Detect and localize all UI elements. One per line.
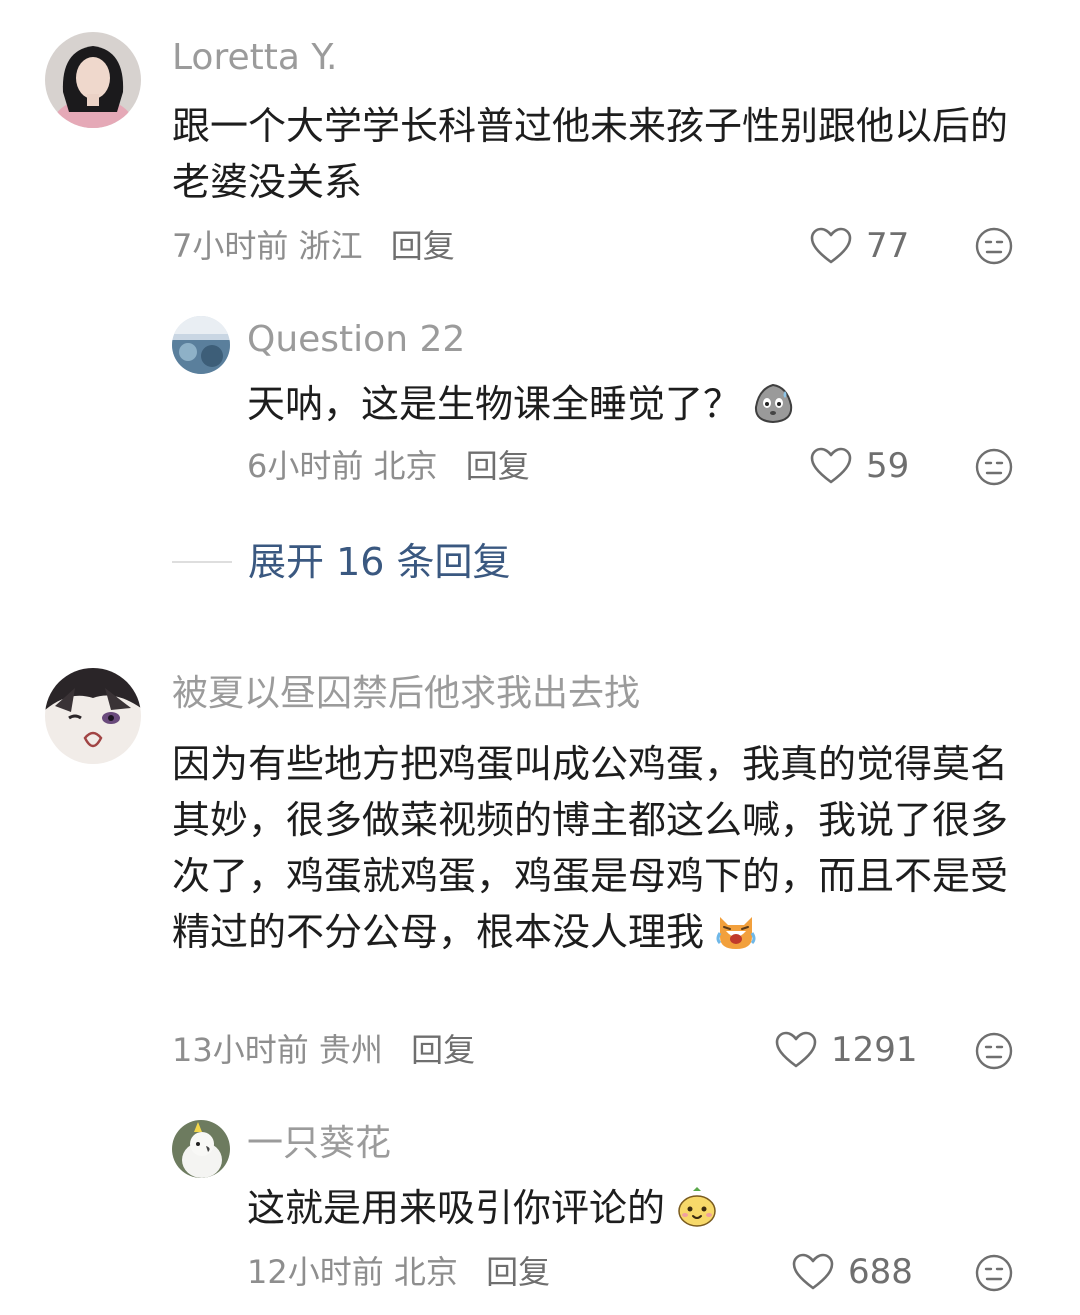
comment-meta: 13小时前 贵州 回复 [172,1030,475,1070]
heart-icon [775,1031,817,1068]
reply-meta: 6小时前 北京 回复 [247,446,530,486]
like-count: 688 [848,1252,913,1292]
comment-text: 跟一个大学学长科普过他未来孩子性别跟他以后的老婆没关系 [172,104,1009,204]
like-count: 1291 [831,1030,918,1070]
comment-time: 7小时前 [172,227,289,265]
reply-time: 12小时前 [247,1253,384,1291]
like-count: 77 [866,226,910,266]
expand-replies-label: 展开 16 条回复 [248,540,511,584]
comment-location: 贵州 [318,1031,383,1069]
like-button[interactable]: 688 [792,1252,913,1292]
reply-button[interactable]: 回复 [466,447,530,485]
expand-replies-button[interactable]: 展开 16 条回复 [172,540,511,584]
reply-location: 北京 [373,447,438,485]
like-count: 59 [866,446,910,486]
dislike-icon[interactable] [974,226,1014,266]
divider [172,561,232,563]
dislike-icon[interactable] [974,447,1014,487]
avatar[interactable] [45,32,141,128]
reply-text-content: 这就是用来吸引你评论的 [247,1186,666,1230]
comment-location: 浙江 [298,227,363,265]
reply-time: 6小时前 [247,447,364,485]
like-button[interactable]: 77 [810,226,909,266]
reply-location: 北京 [393,1253,458,1291]
comment-meta: 7小时前 浙江 回复 [172,226,455,266]
reply-button[interactable]: 回复 [411,1031,475,1069]
comment-username[interactable]: 被夏以昼囚禁后他求我出去找 [172,674,762,714]
heart-icon [810,447,852,484]
sweat-face-icon [755,383,793,424]
comment-time: 13小时前 [172,1031,309,1069]
dislike-icon[interactable] [974,1253,1014,1293]
reply-text: 天呐，这是生物课全睡觉了？ [247,376,1007,432]
like-button[interactable]: 1291 [775,1030,918,1070]
smirk-bun-icon [678,1187,716,1227]
reply-text: 这就是用来吸引你评论的 [247,1180,1007,1236]
reply-button[interactable]: 回复 [486,1253,550,1291]
comment-text-content: 因为有些地方把鸡蛋叫成公鸡蛋，我真的觉得莫名其妙，很多做菜视频的博主都这么喊，我… [172,742,1009,954]
comment-username[interactable]: Loretta Y. [172,38,337,78]
comment-text: 因为有些地方把鸡蛋叫成公鸡蛋，我真的觉得莫名其妙，很多做菜视频的博主都这么喊，我… [172,736,1022,960]
reply-meta: 12小时前 北京 回复 [247,1252,550,1292]
reply-username[interactable]: 一只葵花 [247,1124,391,1164]
reply-username[interactable]: Question 22 [247,320,465,360]
reply-text-content: 天呐，这是生物课全睡觉了？ [247,382,742,426]
heart-icon [810,227,852,264]
avatar[interactable] [172,316,230,374]
dislike-icon[interactable] [974,1031,1014,1071]
laughing-cat-icon [716,917,756,949]
heart-icon [792,1253,834,1290]
avatar[interactable] [45,668,141,764]
reply-button[interactable]: 回复 [391,227,455,265]
avatar[interactable] [172,1120,230,1178]
like-button[interactable]: 59 [810,446,909,486]
